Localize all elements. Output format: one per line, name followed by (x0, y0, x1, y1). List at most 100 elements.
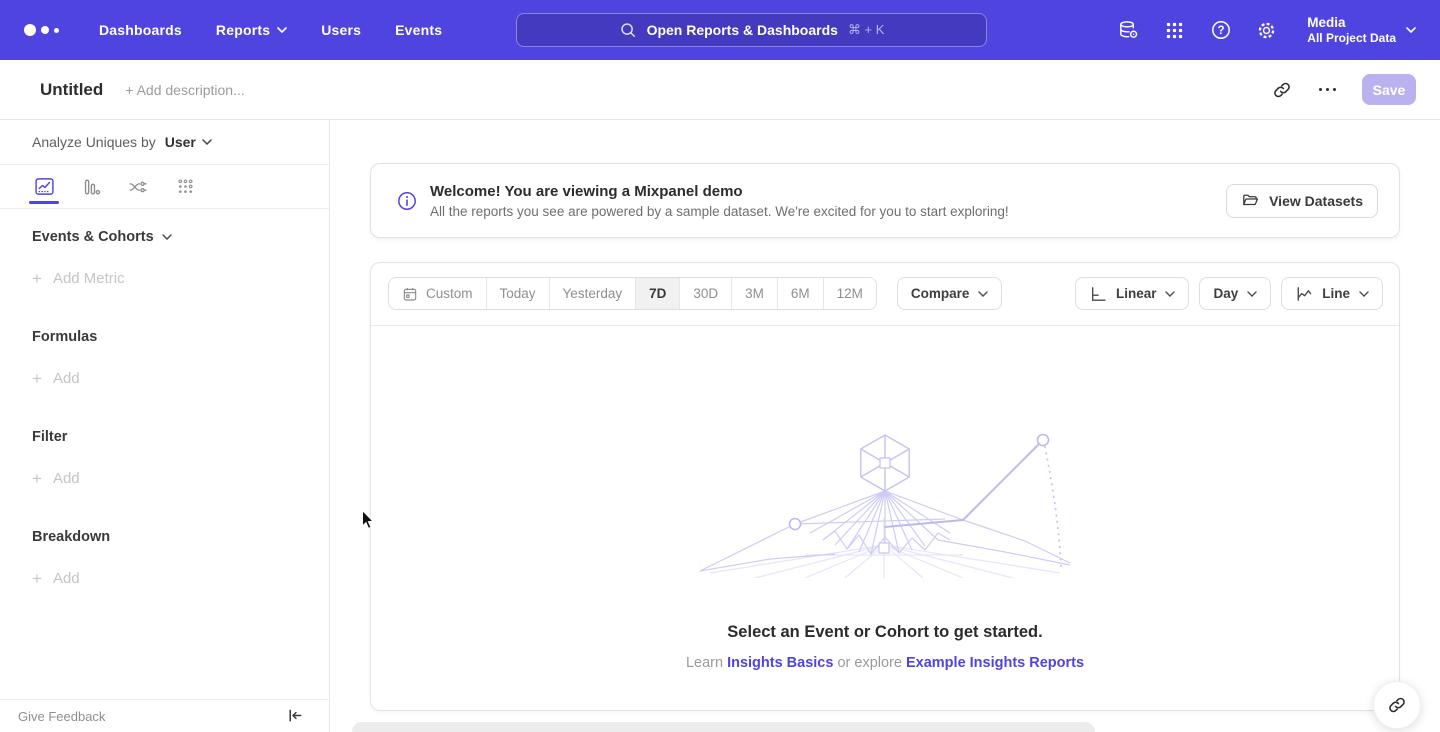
project-switcher[interactable]: Media All Project Data (1307, 14, 1416, 46)
linear-axes-icon (1089, 285, 1107, 303)
top-navigation: Dashboards Reports Users Events Open Rep… (0, 0, 1440, 60)
nav-events[interactable]: Events (395, 22, 442, 38)
empty-state-title: Select an Event or Cohort to get started… (371, 623, 1399, 642)
nav-users[interactable]: Users (321, 22, 361, 38)
tab-bar-chart[interactable] (79, 165, 103, 209)
global-search-input[interactable]: Open Reports & Dashboards ⌘ + K (516, 13, 987, 47)
report-canvas: Welcome! You are viewing a Mixpanel demo… (330, 120, 1440, 732)
analyze-uniques-row: Analyze Uniques by User (0, 120, 329, 165)
save-button[interactable]: Save (1362, 74, 1416, 105)
section-breakdown: Breakdown + Add (32, 529, 297, 587)
range-6m[interactable]: 6M (778, 278, 824, 309)
plus-icon: + (32, 271, 42, 286)
add-metric-button[interactable]: + Add Metric (32, 270, 297, 287)
nav-dashboards[interactable]: Dashboards (99, 22, 182, 38)
chevron-down-icon (202, 139, 212, 145)
add-breakdown-button[interactable]: + Add (32, 570, 297, 587)
empty-state-illustration (695, 423, 1075, 578)
flows-icon (128, 177, 148, 197)
report-title[interactable]: Untitled (40, 80, 103, 100)
topnav-right: ? Media All Project Data (1117, 14, 1416, 46)
range-yesterday[interactable]: Yesterday (550, 278, 637, 309)
mixpanel-logo[interactable] (24, 24, 59, 36)
next-card-top-edge (352, 722, 1095, 732)
chart-display-controls: Linear Day Line (1075, 277, 1383, 310)
empty-state-links: Learn Insights Basics or explore Example… (371, 655, 1399, 671)
insights-chart-card: Custom Today Yesterday 7D 30D 3M 6M 12M … (370, 262, 1400, 711)
settings-gear-icon[interactable] (1255, 19, 1278, 42)
compare-dropdown[interactable]: Compare (897, 277, 1003, 310)
copy-link-icon[interactable] (1271, 79, 1293, 101)
section-events-cohorts: Events & Cohorts + Add Metric (32, 229, 297, 287)
chart-type-tabs (0, 165, 329, 209)
calendar-icon (402, 286, 418, 302)
data-management-icon[interactable] (1117, 19, 1140, 42)
chart-controls: Custom Today Yesterday 7D 30D 3M 6M 12M … (371, 263, 1399, 326)
insights-line-icon (34, 176, 55, 197)
link-icon (1387, 695, 1407, 715)
search-icon (619, 21, 637, 39)
chevron-down-icon (1165, 291, 1175, 297)
plus-icon: + (32, 571, 42, 586)
folder-icon (1241, 191, 1260, 210)
add-filter-button[interactable]: + Add (32, 470, 297, 487)
range-12m[interactable]: 12M (824, 278, 876, 309)
range-custom[interactable]: Custom (389, 278, 487, 309)
search-shortcut: ⌘ + K (848, 22, 885, 38)
section-formulas: Formulas + Add (32, 329, 297, 387)
insights-basics-link[interactable]: Insights Basics (727, 655, 833, 671)
scale-dropdown[interactable]: Linear (1075, 277, 1190, 310)
range-7d[interactable]: 7D (636, 278, 680, 309)
range-today[interactable]: Today (487, 278, 550, 309)
logo-dot (41, 26, 49, 34)
view-datasets-button[interactable]: View Datasets (1226, 184, 1378, 218)
logo-dot (24, 24, 36, 36)
chevron-down-icon (1359, 291, 1369, 297)
report-description-placeholder[interactable]: + Add description... (125, 82, 244, 98)
tab-flows[interactable] (126, 165, 150, 209)
chevron-down-icon (978, 291, 988, 297)
analyze-label: Analyze Uniques by (32, 134, 156, 150)
banner-subtitle: All the reports you see are powered by a… (430, 204, 1009, 219)
report-header-actions: Save (1271, 74, 1417, 105)
example-insights-reports-link[interactable]: Example Insights Reports (906, 655, 1084, 671)
tab-insights-line[interactable] (32, 165, 56, 209)
nav-reports[interactable]: Reports (216, 22, 287, 38)
share-link-fab[interactable] (1373, 681, 1421, 729)
primary-nav: Dashboards Reports Users Events (99, 22, 442, 38)
project-name: Media (1307, 14, 1396, 31)
report-header: Untitled + Add description... Save (0, 60, 1440, 120)
breakdown-header: Breakdown (32, 529, 297, 545)
search-placeholder: Open Reports & Dashboards (647, 22, 838, 38)
sidebar-footer: Give Feedback (0, 699, 329, 732)
chart-type-dropdown[interactable]: Line (1281, 277, 1383, 310)
info-icon (397, 191, 417, 211)
date-range-selector: Custom Today Yesterday 7D 30D 3M 6M 12M (388, 277, 877, 310)
granularity-dropdown[interactable]: Day (1199, 277, 1271, 310)
range-3m[interactable]: 3M (732, 278, 778, 309)
range-30d[interactable]: 30D (680, 278, 732, 309)
collapse-sidebar-icon[interactable] (285, 706, 305, 726)
bar-chart-icon (81, 177, 101, 197)
section-filter: Filter + Add (32, 429, 297, 487)
banner-text: Welcome! You are viewing a Mixpanel demo… (430, 183, 1009, 219)
filter-header: Filter (32, 429, 297, 445)
add-formula-button[interactable]: + Add (32, 370, 297, 387)
project-scope: All Project Data (1307, 31, 1396, 46)
svg-text:?: ? (1217, 25, 1224, 37)
tab-retention[interactable] (173, 165, 197, 209)
analyze-by-dropdown[interactable]: User (165, 134, 212, 150)
more-options-icon[interactable] (1317, 84, 1339, 96)
help-icon[interactable]: ? (1209, 19, 1232, 42)
welcome-banner: Welcome! You are viewing a Mixpanel demo… (370, 163, 1400, 238)
empty-state: Select an Event or Cohort to get started… (371, 326, 1399, 671)
apps-grid-icon[interactable] (1163, 19, 1186, 42)
plus-icon: + (32, 371, 42, 386)
banner-title: Welcome! You are viewing a Mixpanel demo (430, 183, 1009, 200)
chevron-down-icon (162, 234, 172, 240)
formulas-header: Formulas (32, 329, 297, 345)
line-chart-icon (1295, 285, 1313, 303)
chevron-down-icon (277, 27, 287, 33)
give-feedback-link[interactable]: Give Feedback (18, 709, 105, 724)
events-cohorts-header[interactable]: Events & Cohorts (32, 229, 297, 245)
